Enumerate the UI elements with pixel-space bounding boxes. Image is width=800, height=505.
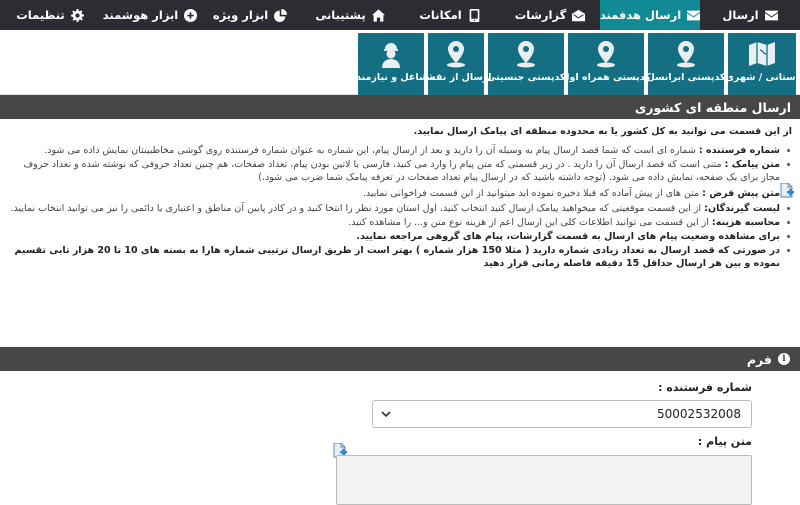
tile-label: استانی / شهری [725, 72, 799, 83]
top-nav: ارسال ارسال هدفمند گزارشات امکانات پشتیب… [0, 0, 800, 30]
tile-postcode-irancell[interactable]: کدپستی ایرانسل [646, 33, 726, 95]
list-item: شماره فرستنده : شماره ای است که شما قصد … [8, 144, 790, 157]
tile-label: مشاغل و نیازمندی [347, 72, 435, 83]
send-form: شماره فرستنده : 50002532008 متن پیام : [0, 371, 800, 505]
tab-support[interactable]: پشتیبانی [300, 0, 400, 30]
message-textarea[interactable] [336, 455, 752, 505]
description: متنی است که قصد ارسال آن را دارید . در ز… [23, 159, 780, 183]
tab-label: گزارشات [514, 8, 567, 22]
list-item: لیست گیرندگان: از این قسمت موقعیتی که می… [8, 202, 790, 215]
tile-label: کدپستی همراه اول [561, 72, 651, 83]
tab-label: ارسال [722, 8, 759, 22]
chevron-down-icon [381, 411, 391, 418]
tile-jobs-needs[interactable]: مشاغل و نیازمندی [347, 33, 435, 95]
tab-label: ابزار هوشمند [102, 8, 179, 22]
map-pin-icon [517, 41, 535, 68]
description: شماره ای است که شما قصد ارسال پیام به وس… [44, 145, 699, 156]
list-item: متن پیامک : متنی است که قصد ارسال آن را … [8, 158, 790, 184]
pie-chart-icon [274, 8, 288, 22]
tile-postcode-gender[interactable]: کدپستی جنسیتی [486, 33, 566, 95]
tablet-icon [469, 8, 480, 22]
list-item: محاسبه هزینه: از این قسمت می توانید اطلا… [8, 216, 790, 229]
info-icon: i [778, 353, 790, 365]
tile-send-from-map[interactable]: ارسال از نقشه [420, 33, 492, 95]
description: از این قسمت می توانید اطلاعات کلی این ار… [348, 217, 712, 228]
worker-icon [382, 43, 400, 68]
help-content: از این قسمت می توانید به کل کشور یا به م… [0, 119, 800, 270]
tab-reports[interactable]: گزارشات [500, 0, 600, 30]
gear-icon [70, 8, 84, 22]
tab-settings[interactable]: تنظیمات [0, 0, 100, 30]
tab-label: پشتیبانی [315, 8, 366, 22]
form-header: i فرم [0, 347, 800, 371]
tab-label: ابزار ویژه [212, 8, 269, 22]
tab-send[interactable]: ارسال [700, 0, 800, 30]
open-envelope-icon [572, 9, 586, 21]
sender-select[interactable]: 50002532008 [372, 400, 752, 428]
tab-label: ارسال هدفمند [599, 8, 682, 22]
tile-province-city[interactable]: استانی / شهری [725, 33, 799, 95]
form-title: فرم [746, 351, 772, 367]
term: لیست گیرندگان: [704, 203, 780, 214]
help-list: شماره فرستنده : شماره ای است که شما قصد … [8, 144, 792, 184]
tile-label: کدپستی جنسیتی [486, 72, 566, 83]
description: از این قسمت موقعیتی که میخواهید پیامک ار… [10, 203, 705, 214]
map-pin-icon [447, 41, 465, 68]
sub-nav: استانی / شهری کدپستی ایرانسل کدپستی همرا… [0, 30, 800, 95]
tab-smart-tools[interactable]: ابزار هوشمند [100, 0, 200, 30]
default-text-row: متن پیش فرض : متن های از پیش آماده که قب… [8, 182, 794, 200]
term: محاسبه هزینه: [711, 217, 780, 228]
tab-label: تنظیمات [16, 8, 65, 22]
map-pin-icon [597, 41, 615, 68]
add-file-icon [780, 182, 794, 202]
sender-label: شماره فرستنده : [658, 381, 752, 394]
tab-targeted-send[interactable]: ارسال هدفمند [599, 0, 701, 30]
tab-label: امکانات [419, 8, 462, 22]
home-icon [371, 8, 385, 22]
term: متن پیامک : [724, 159, 780, 170]
sender-value: 50002532008 [657, 407, 741, 421]
help-list-2: لیست گیرندگان: از این قسمت موقعیتی که می… [8, 202, 792, 270]
tile-label: کدپستی ایرانسل [646, 72, 726, 83]
intro-text: از این قسمت می توانید به کل کشور یا به م… [413, 126, 792, 137]
term: متن پیش فرض : [702, 188, 780, 199]
tile-postcode-hamrah-aval[interactable]: کدپستی همراه اول [561, 33, 651, 95]
map-pin-icon [677, 41, 695, 68]
list-item: برای مشاهده وضعیت پیام های ارسال به قسمت… [8, 230, 790, 243]
section-header: ارسال منطقه ای کشوری [0, 95, 800, 119]
envelope-icon [687, 10, 701, 20]
section-title: ارسال منطقه ای کشوری [634, 99, 791, 115]
plus-circle-icon [184, 8, 198, 22]
map-icon [749, 42, 775, 66]
list-item: در صورتی که قصد ارسال به تعداد زیادی شما… [8, 244, 790, 270]
tab-special-tools[interactable]: ابزار ویژه [200, 0, 300, 30]
envelope-icon [764, 10, 778, 20]
term: شماره فرستنده : [698, 145, 780, 156]
description: متن های از پیش آماده که قبلا ذخیره نموده… [362, 188, 703, 199]
tab-features[interactable]: امکانات [400, 0, 500, 30]
message-label: متن پیام : [697, 435, 752, 448]
